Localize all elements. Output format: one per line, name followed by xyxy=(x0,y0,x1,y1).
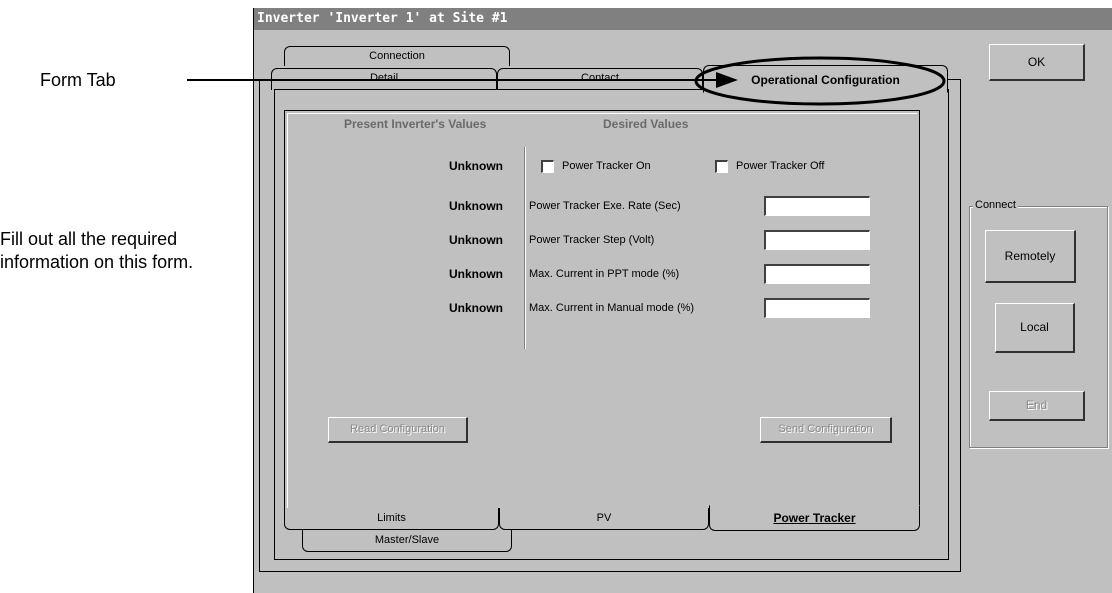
annotation-arrow-overlay xyxy=(187,56,946,106)
annotation-arrow-head xyxy=(716,72,738,88)
